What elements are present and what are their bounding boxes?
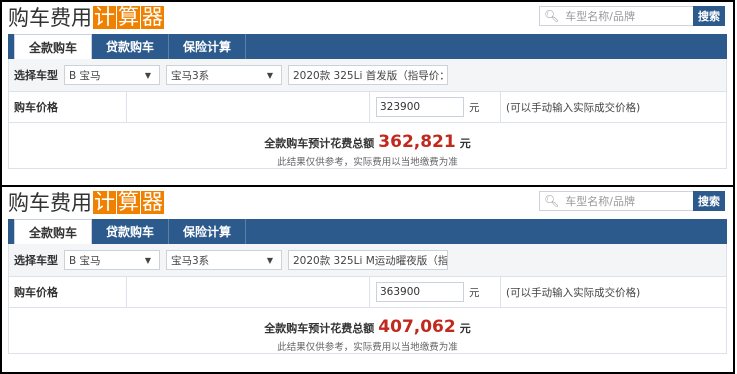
select-model-label: 选择车型 <box>14 69 58 82</box>
logo-char: 算 <box>117 189 140 214</box>
logo-char: 器 <box>141 189 164 214</box>
total-section: 全款购车预计花费总额 362,821 元 此结果仅供参考，实际费用以当地缴费为准 <box>9 123 726 168</box>
disclaimer-note: 此结果仅供参考，实际费用以当地缴费为准 <box>277 342 458 353</box>
dropdown-arrow-icon: ▼ <box>144 70 151 80</box>
calculator-panel-1: 购车费用 计 算 器 🔍︎ 车型名称/品牌 搜索 全款购车 贷款购车 保险计算 … <box>0 0 735 187</box>
logo-char: 器 <box>141 4 164 29</box>
total-unit: 元 <box>459 322 471 335</box>
calc-form: 选择车型 B 宝马 ▼ 宝马3系 ▼ 2020款 325Li 首发版（指导价：3… <box>8 59 727 169</box>
search-input[interactable]: 🔍︎ 车型名称/品牌 <box>539 191 693 211</box>
price-unit: 元 <box>469 286 480 299</box>
logo-text: 购车费用 <box>8 191 92 215</box>
header: 购车费用 计 算 器 🔍︎ 车型名称/品牌 搜索 <box>2 2 733 34</box>
brand-select[interactable]: B 宝马 ▼ <box>64 250 160 270</box>
calc-form: 选择车型 B 宝马 ▼ 宝马3系 ▼ 2020款 325Li M运动曜夜版（指导… <box>8 244 727 354</box>
header: 购车费用 计 算 器 🔍︎ 车型名称/品牌 搜索 <box>2 187 733 219</box>
model-value: 2020款 325Li 首发版（指导价：32.39 <box>293 69 447 82</box>
tab-full-payment[interactable]: 全款购车 <box>14 34 93 59</box>
series-value: 宝马3系 <box>171 254 210 267</box>
total-label: 全款购车预计花费总额 <box>264 322 375 335</box>
tab-loan[interactable]: 贷款购车 <box>92 219 170 244</box>
brand-value: B 宝马 <box>69 254 101 267</box>
series-value: 宝马3系 <box>171 69 210 82</box>
search-placeholder: 车型名称/品牌 <box>565 195 635 208</box>
logo-char: 计 <box>93 189 116 214</box>
logo: 购车费用 计 算 器 <box>8 4 164 30</box>
tab-full-payment[interactable]: 全款购车 <box>14 219 93 244</box>
price-cell: 363900 元 <box>370 277 501 307</box>
tab-insurance[interactable]: 保险计算 <box>169 219 247 244</box>
model-value: 2020款 325Li M运动曜夜版（指导价： <box>293 254 448 267</box>
total-amount: 362,821 <box>378 132 456 152</box>
logo: 购车费用 计 算 器 <box>8 189 164 215</box>
total-section: 全款购车预计花费总额 407,062 元 此结果仅供参考，实际费用以当地缴费为准 <box>9 308 726 353</box>
model-select-row: 选择车型 B 宝马 ▼ 宝马3系 ▼ 2020款 325Li 首发版（指导价：3… <box>9 59 726 92</box>
car-price-label: 购车价格 <box>9 277 127 307</box>
disclaimer-note: 此结果仅供参考，实际费用以当地缴费为准 <box>277 157 458 168</box>
dropdown-arrow-icon: ▼ <box>144 255 151 265</box>
empty-cell <box>127 92 370 122</box>
search-input[interactable]: 🔍︎ 车型名称/品牌 <box>539 6 693 26</box>
logo-char: 算 <box>117 4 140 29</box>
total-amount: 407,062 <box>378 317 456 337</box>
price-cell: 323900 元 <box>370 92 501 122</box>
total-unit: 元 <box>459 137 471 150</box>
search-button[interactable]: 搜索 <box>693 6 725 26</box>
search-icon: 🔍︎ <box>544 9 560 23</box>
search-placeholder: 车型名称/品牌 <box>565 10 635 23</box>
model-select[interactable]: 2020款 325Li 首发版（指导价：32.39 <box>288 65 448 85</box>
dropdown-arrow-icon: ▼ <box>266 255 273 265</box>
tab-loan[interactable]: 贷款购车 <box>92 34 170 59</box>
series-select[interactable]: 宝马3系 ▼ <box>166 65 282 85</box>
tab-insurance[interactable]: 保险计算 <box>169 34 247 59</box>
brand-select[interactable]: B 宝马 ▼ <box>64 65 160 85</box>
price-hint: (可以手动输入实际成交价格) <box>506 286 641 299</box>
price-row: 购车价格 323900 元 (可以手动输入实际成交价格) <box>9 92 726 123</box>
price-hint: (可以手动输入实际成交价格) <box>506 101 641 114</box>
search-box: 🔍︎ 车型名称/品牌 搜索 <box>539 6 725 26</box>
empty-cell <box>127 277 370 307</box>
calculator-panel-2: 购车费用 计 算 器 🔍︎ 车型名称/品牌 搜索 全款购车 贷款购车 保险计算 … <box>0 185 735 374</box>
select-model-label: 选择车型 <box>14 254 58 267</box>
price-unit: 元 <box>469 101 480 114</box>
logo-char: 计 <box>93 4 116 29</box>
series-select[interactable]: 宝马3系 ▼ <box>166 250 282 270</box>
logo-text: 购车费用 <box>8 6 92 30</box>
total-label: 全款购车预计花费总额 <box>264 137 375 150</box>
search-icon: 🔍︎ <box>544 194 560 208</box>
model-select-row: 选择车型 B 宝马 ▼ 宝马3系 ▼ 2020款 325Li M运动曜夜版（指导… <box>9 244 726 277</box>
tab-bar: 全款购车 贷款购车 保险计算 <box>8 34 727 59</box>
price-row: 购车价格 363900 元 (可以手动输入实际成交价格) <box>9 277 726 308</box>
brand-value: B 宝马 <box>69 69 101 82</box>
price-input[interactable]: 323900 <box>376 97 464 117</box>
car-price-label: 购车价格 <box>9 92 127 122</box>
model-select[interactable]: 2020款 325Li M运动曜夜版（指导价： <box>288 250 448 270</box>
search-button[interactable]: 搜索 <box>693 191 725 211</box>
dropdown-arrow-icon: ▼ <box>266 70 273 80</box>
price-input[interactable]: 363900 <box>376 282 464 302</box>
search-box: 🔍︎ 车型名称/品牌 搜索 <box>539 191 725 211</box>
tab-bar: 全款购车 贷款购车 保险计算 <box>8 219 727 244</box>
